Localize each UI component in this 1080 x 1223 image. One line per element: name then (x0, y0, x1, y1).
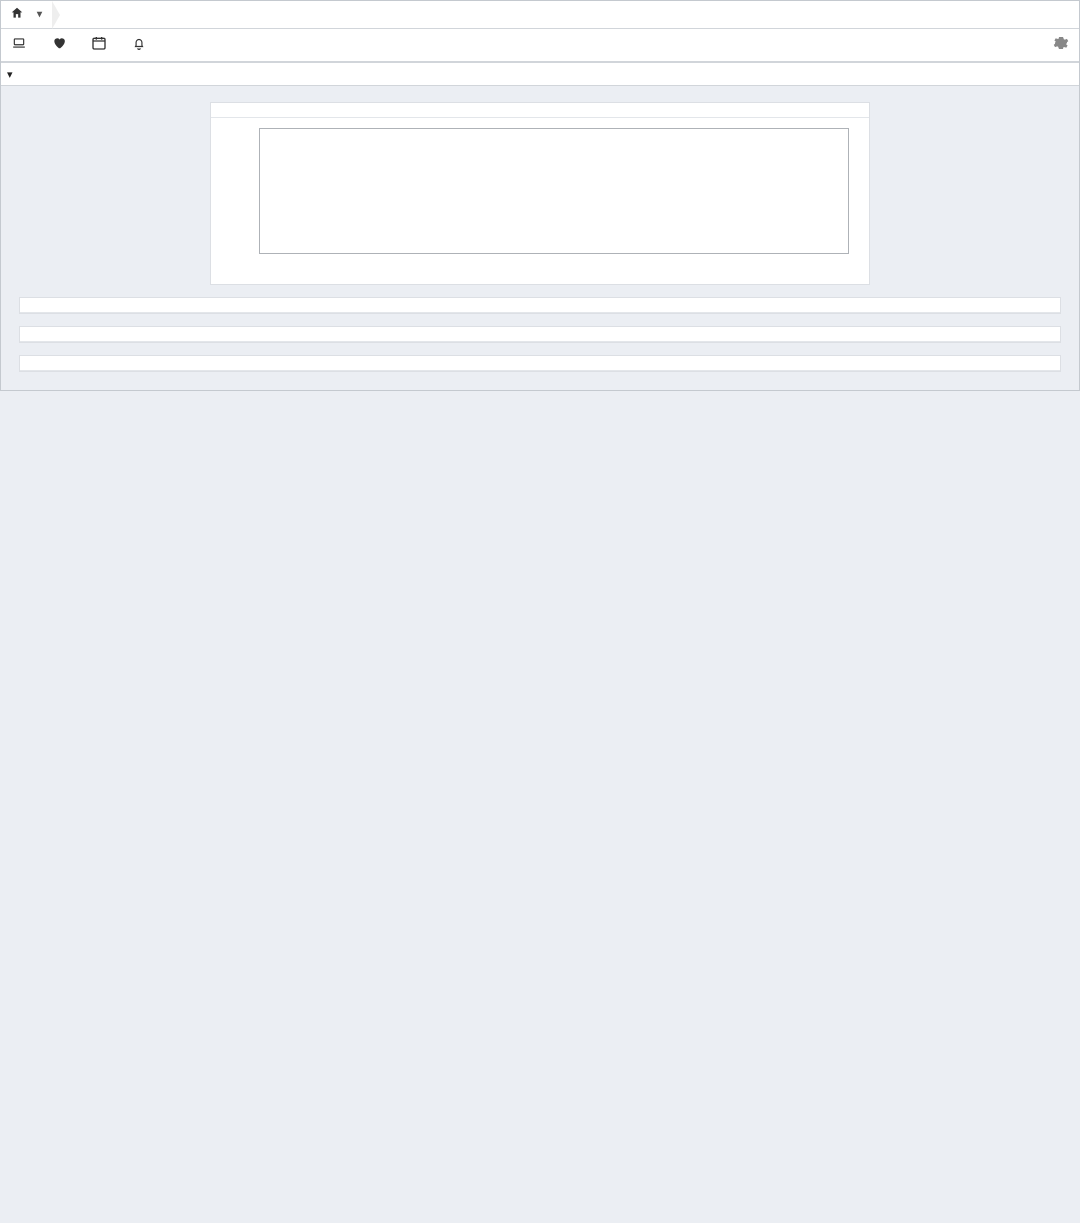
dashboard-section-header (1, 62, 1079, 86)
gear-icon[interactable] (1053, 35, 1069, 55)
heartbeat-icon (51, 36, 67, 54)
breadcrumb-separator (52, 1, 60, 29)
plot-area (259, 128, 849, 254)
bell-icon (131, 35, 147, 55)
chart-title (211, 103, 869, 118)
status-chart (223, 124, 857, 274)
agent-status-title (20, 298, 1060, 313)
caret-down-icon[interactable] (7, 67, 13, 81)
alerts-status-panel (19, 355, 1061, 372)
chevron-down-icon: ▾ (37, 9, 42, 20)
alerts-status-title (20, 356, 1060, 371)
status-chart-panel (210, 102, 870, 285)
info-bar (1, 29, 1079, 62)
laptop-icon (11, 36, 27, 54)
agent-status-panel (19, 297, 1061, 314)
home-icon[interactable] (9, 6, 25, 24)
breadcrumb-bar: ▾ (1, 1, 1079, 29)
server-status-panel (19, 326, 1061, 343)
calendar-icon (91, 35, 107, 55)
breadcrumb-item[interactable]: ▾ (25, 7, 48, 22)
server-status-title (20, 327, 1060, 342)
